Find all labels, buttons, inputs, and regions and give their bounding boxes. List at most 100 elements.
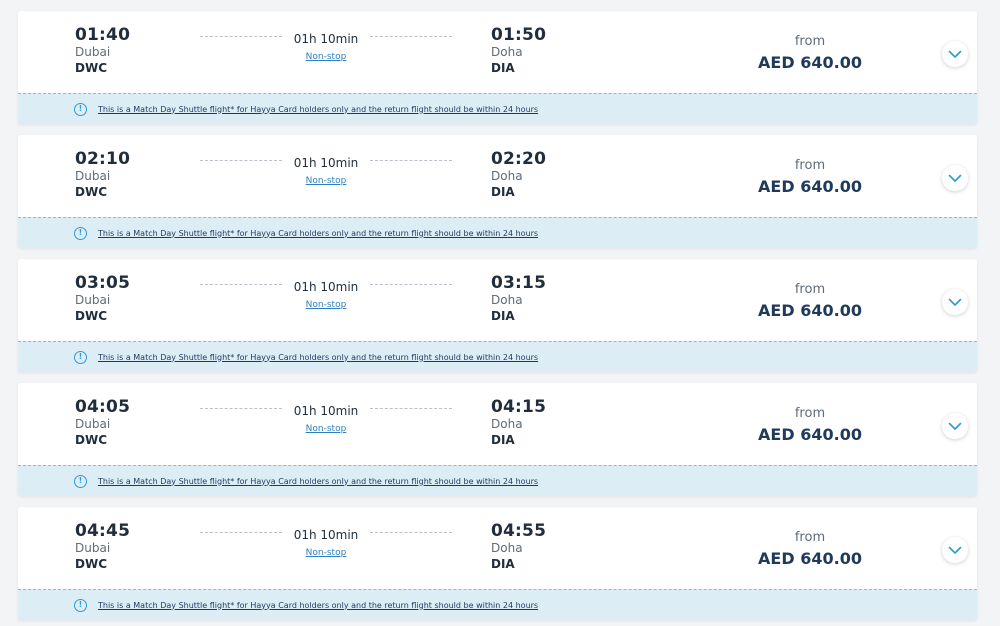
info-icon: ! (74, 350, 87, 364)
price-amount: AED 640.00 (758, 53, 862, 72)
arrival-info: 04:15 Doha DIA (491, 397, 546, 449)
arrival-airport-code: DIA (491, 185, 515, 199)
route-line-right (370, 532, 452, 533)
price-prefix: from (794, 158, 826, 173)
departure-city: Dubai (75, 293, 111, 307)
route-line-right (370, 160, 452, 161)
price-amount: AED 640.00 (758, 301, 862, 320)
expand-button[interactable] (942, 289, 968, 315)
departure-city: Dubai (75, 45, 111, 59)
departure-info: 02:10 Dubai DWC (75, 149, 130, 201)
price-block: from AED 640.00 (730, 282, 890, 322)
price-prefix: from (794, 406, 826, 421)
flight-duration-block: 01h 10min Non-stop (200, 28, 452, 63)
route-line-left (200, 160, 282, 161)
stops-link[interactable]: Non-stop (306, 300, 347, 310)
flight-duration: 01h 10min (293, 528, 359, 542)
stops-link[interactable]: Non-stop (306, 548, 347, 558)
arrival-time: 04:55 (491, 521, 547, 541)
flight-summary[interactable]: 02:10 Dubai DWC 01h 10min Non-stop 02:20… (18, 135, 977, 217)
arrival-city: Doha (491, 45, 523, 59)
flight-card[interactable]: 04:45 Dubai DWC 01h 10min Non-stop 04:55… (18, 507, 977, 620)
stops-link[interactable]: Non-stop (306, 424, 347, 434)
chevron-down-icon (948, 174, 962, 182)
flight-summary[interactable]: 04:05 Dubai DWC 01h 10min Non-stop 04:15… (18, 383, 977, 465)
shuttle-notice-link[interactable]: This is a Match Day Shuttle flight* for … (98, 229, 538, 238)
arrival-info: 03:15 Doha DIA (491, 273, 546, 325)
expand-button[interactable] (942, 537, 968, 563)
departure-airport-code: DWC (75, 557, 108, 571)
departure-info: 04:05 Dubai DWC (75, 397, 130, 449)
flight-card[interactable]: 04:05 Dubai DWC 01h 10min Non-stop 04:15… (18, 383, 977, 496)
arrival-time: 01:50 (491, 25, 547, 45)
flight-duration: 01h 10min (293, 32, 359, 46)
price-amount: AED 640.00 (758, 177, 862, 196)
chevron-down-icon (948, 50, 962, 58)
flight-card[interactable]: 03:05 Dubai DWC 01h 10min Non-stop 03:15… (18, 259, 977, 372)
route-line-right (370, 36, 452, 37)
departure-time: 02:10 (75, 149, 131, 169)
departure-time: 03:05 (75, 273, 131, 293)
info-icon: ! (74, 598, 87, 612)
departure-time: 01:40 (75, 25, 131, 45)
price-prefix: from (794, 282, 826, 297)
arrival-airport-code: DIA (491, 433, 515, 447)
departure-airport-code: DWC (75, 61, 108, 75)
flight-duration-block: 01h 10min Non-stop (200, 276, 452, 311)
departure-time: 04:45 (75, 521, 131, 541)
route-line-left (200, 36, 282, 37)
departure-airport-code: DWC (75, 433, 108, 447)
route-line-left (200, 284, 282, 285)
departure-airport-code: DWC (75, 185, 108, 199)
arrival-city: Doha (491, 293, 523, 307)
departure-city: Dubai (75, 541, 111, 555)
price-block: from AED 640.00 (730, 530, 890, 570)
flight-duration: 01h 10min (293, 280, 359, 294)
arrival-info: 04:55 Doha DIA (491, 521, 546, 573)
arrival-airport-code: DIA (491, 557, 515, 571)
flight-results-list: 01:40 Dubai DWC 01h 10min Non-stop 01:50… (0, 0, 1000, 626)
flight-duration-block: 01h 10min Non-stop (200, 524, 452, 559)
departure-city: Dubai (75, 169, 111, 183)
arrival-time: 03:15 (491, 273, 547, 293)
flight-summary[interactable]: 03:05 Dubai DWC 01h 10min Non-stop 03:15… (18, 259, 977, 341)
flight-duration-block: 01h 10min Non-stop (200, 152, 452, 187)
arrival-info: 01:50 Doha DIA (491, 25, 546, 77)
stops-link[interactable]: Non-stop (306, 176, 347, 186)
stops-link[interactable]: Non-stop (306, 52, 347, 62)
shuttle-notice-link[interactable]: This is a Match Day Shuttle flight* for … (98, 105, 538, 114)
flight-summary[interactable]: 01:40 Dubai DWC 01h 10min Non-stop 01:50… (18, 11, 977, 93)
flight-card[interactable]: 01:40 Dubai DWC 01h 10min Non-stop 01:50… (18, 11, 977, 124)
expand-button[interactable] (942, 41, 968, 67)
expand-button[interactable] (942, 413, 968, 439)
departure-city: Dubai (75, 417, 111, 431)
route-line-right (370, 408, 452, 409)
price-prefix: from (794, 34, 826, 49)
departure-time: 04:05 (75, 397, 131, 417)
expand-button[interactable] (942, 165, 968, 191)
arrival-city: Doha (491, 417, 523, 431)
chevron-down-icon (948, 422, 962, 430)
route-line-left (200, 532, 282, 533)
shuttle-notice-link[interactable]: This is a Match Day Shuttle flight* for … (98, 601, 538, 610)
arrival-time: 02:20 (491, 149, 547, 169)
chevron-down-icon (948, 298, 962, 306)
shuttle-notice: ! This is a Match Day Shuttle flight* fo… (18, 341, 977, 372)
price-prefix: from (794, 530, 826, 545)
shuttle-notice-link[interactable]: This is a Match Day Shuttle flight* for … (98, 477, 538, 486)
shuttle-notice-link[interactable]: This is a Match Day Shuttle flight* for … (98, 353, 538, 362)
flight-card[interactable]: 02:10 Dubai DWC 01h 10min Non-stop 02:20… (18, 135, 977, 248)
price-block: from AED 640.00 (730, 406, 890, 446)
arrival-info: 02:20 Doha DIA (491, 149, 546, 201)
route-line-right (370, 284, 452, 285)
arrival-airport-code: DIA (491, 309, 515, 323)
departure-info: 01:40 Dubai DWC (75, 25, 130, 77)
flight-duration: 01h 10min (293, 156, 359, 170)
arrival-city: Doha (491, 541, 523, 555)
info-icon: ! (74, 102, 87, 116)
arrival-city: Doha (491, 169, 523, 183)
flight-summary[interactable]: 04:45 Dubai DWC 01h 10min Non-stop 04:55… (18, 507, 977, 589)
flight-duration-block: 01h 10min Non-stop (200, 400, 452, 435)
departure-airport-code: DWC (75, 309, 108, 323)
info-icon: ! (74, 226, 87, 240)
